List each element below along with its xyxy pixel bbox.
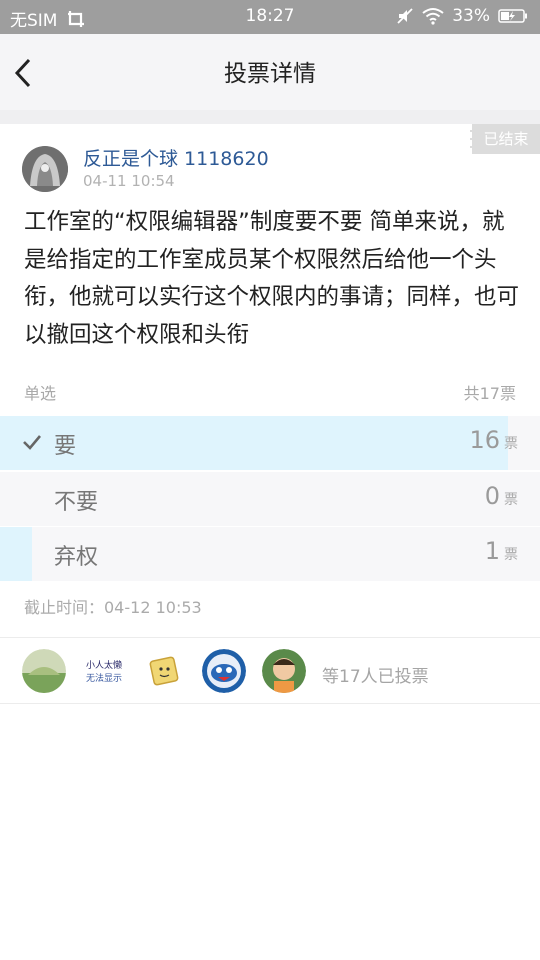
voter-avatar[interactable] (262, 649, 306, 693)
post-time: 04-11 10:54 (83, 172, 175, 190)
vote-option-count: 1票 (484, 537, 518, 565)
vote-option-count: 0票 (484, 482, 518, 510)
avatar-image (142, 649, 186, 693)
voter-avatar[interactable] (22, 649, 66, 693)
vote-deadline: 截止时间：04-12 10:53 (24, 598, 202, 617)
status-bar: 无SIM 18:27 33% (0, 0, 540, 34)
avatar-text-2: 无法显示 (86, 672, 122, 684)
post-content: 工作室的“权限编辑器”制度要不要 简单来说，就是给指定的工作室成员某个权限然后给… (24, 209, 520, 348)
vote-option-bar (0, 527, 32, 581)
section-gap (0, 110, 540, 124)
check-icon (23, 435, 41, 450)
vote-option-no[interactable]: 不要 0票 (0, 472, 540, 526)
battery-percent: 33% (452, 6, 490, 26)
vote-option-label: 要 (54, 434, 77, 459)
voters-row[interactable]: 小人太懒 无法显示 等17人已投票 (0, 638, 540, 702)
battery-charging-icon (498, 9, 527, 23)
vote-total: 共17票 (463, 384, 516, 403)
avatar-image (22, 649, 66, 693)
wifi-icon (422, 8, 444, 25)
voter-avatar[interactable]: 小人太懒 无法显示 (82, 649, 126, 693)
page-title: 投票详情 (224, 61, 316, 87)
vote-option-bar (0, 416, 508, 470)
author-name[interactable]: 反正是个球 1118620 (83, 144, 269, 171)
divider (0, 703, 540, 704)
mute-icon (397, 8, 413, 24)
voter-avatar[interactable] (202, 649, 246, 693)
voter-avatar[interactable] (142, 649, 186, 693)
avatar-image (262, 649, 306, 693)
vote-option-label: 不要 (54, 490, 99, 515)
avatar-image (202, 649, 246, 693)
vote-option-count: 16 票 (469, 426, 518, 454)
nav-bar: 投票详情 (0, 34, 540, 110)
avatar-image: 小人太懒 无法显示 (82, 649, 126, 693)
author-avatar[interactable] (22, 146, 68, 192)
vote-option-yes[interactable]: 要 16 票 (0, 416, 540, 470)
vote-type: 单选 (24, 384, 57, 403)
voters-summary: 等17人已投票 (322, 667, 429, 687)
ended-badge: 已结束 (470, 124, 540, 154)
avatar-image (22, 146, 68, 192)
vote-option-label: 弃权 (54, 545, 99, 570)
avatar-text-1: 小人太懒 (86, 659, 122, 671)
status-right: 33% (396, 6, 528, 26)
vote-option-abstain[interactable]: 弃权 1票 (0, 527, 540, 581)
